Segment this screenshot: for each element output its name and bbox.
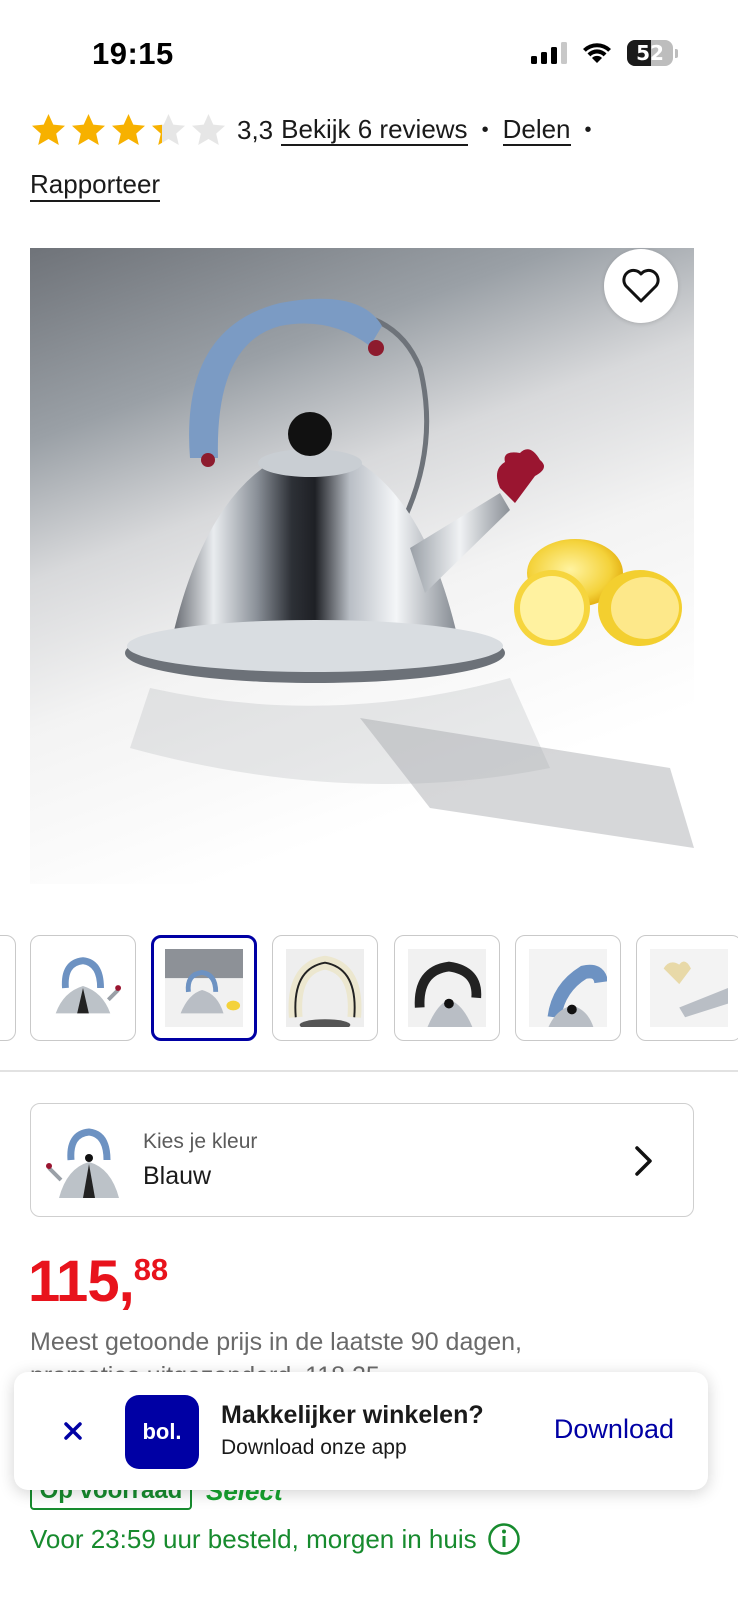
price-main: 115,	[28, 1249, 135, 1314]
banner-title: Makkelijker winkelen?	[221, 1401, 484, 1429]
price-note: Meest getoonde prijs in de laatste 90 da…	[30, 1328, 523, 1356]
download-button[interactable]: Download	[554, 1414, 674, 1445]
thumbnail[interactable]	[272, 935, 378, 1041]
section-divider	[0, 1070, 738, 1072]
thumbnail[interactable]	[394, 935, 500, 1041]
kettle-thumbnail	[286, 949, 364, 1027]
rating-row: 3,3 Bekijk 6 reviews • Delen •	[30, 112, 720, 149]
heart-icon	[622, 268, 660, 303]
delivery-info: Voor 23:59 uur besteld, morgen in huis	[30, 1522, 521, 1556]
thumbnail[interactable]	[636, 935, 738, 1041]
wifi-icon	[583, 43, 611, 63]
star-icon	[72, 114, 105, 145]
signal-icon	[531, 42, 567, 64]
delivery-text: Voor 23:59 uur besteld, morgen in huis	[30, 1523, 477, 1554]
kettle-thumbnail	[650, 949, 728, 1027]
bol-logo: bol.	[125, 1395, 199, 1469]
thumbnail[interactable]	[151, 935, 257, 1041]
star-icon	[192, 114, 225, 145]
app-download-banner: bol. Makkelijker winkelen? Download onze…	[14, 1372, 708, 1490]
status-time: 19:15	[92, 36, 174, 71]
close-button[interactable]	[58, 1416, 88, 1446]
kettle-thumbnail	[529, 949, 607, 1027]
kettle-photo	[125, 298, 694, 848]
thumbnail[interactable]	[0, 935, 16, 1041]
kettle-thumbnail	[55, 957, 122, 1014]
star-rating	[30, 112, 227, 149]
rating-value: 3,3	[237, 115, 274, 145]
color-thumbnail	[46, 1128, 119, 1198]
price-cents: 88	[133, 1252, 169, 1287]
product-image[interactable]	[30, 248, 694, 884]
star-icon	[32, 114, 65, 145]
kettle-thumbnail	[165, 949, 243, 1027]
report-link[interactable]: Rapporteer	[30, 169, 161, 202]
thumbnail[interactable]	[30, 935, 136, 1041]
color-selector[interactable]: Kies je kleur Blauw	[30, 1103, 694, 1217]
separator-dot: •	[584, 119, 592, 141]
chevron-right-icon	[635, 1146, 652, 1176]
battery-icon: 52	[627, 40, 673, 66]
info-icon[interactable]	[487, 1522, 521, 1556]
banner-subtitle: Download onze app	[221, 1436, 407, 1459]
reviews-link[interactable]: Bekijk 6 reviews	[281, 114, 468, 147]
color-label: Kies je kleur	[143, 1130, 258, 1153]
separator-dot: •	[481, 119, 489, 141]
thumbnail[interactable]	[515, 935, 621, 1041]
thumbnail-strip	[0, 935, 738, 1041]
status-bar: 19:15 52	[0, 0, 738, 100]
battery-level: 52	[636, 41, 664, 65]
close-icon	[64, 1422, 82, 1440]
kettle-thumbnail	[408, 949, 486, 1027]
favorite-button[interactable]	[604, 249, 678, 323]
share-link[interactable]: Delen	[502, 114, 571, 147]
star-icon	[152, 114, 185, 145]
color-value: Blauw	[143, 1162, 212, 1190]
price: 115,88	[28, 1248, 168, 1315]
star-icon	[112, 114, 145, 145]
status-icons: 52	[531, 40, 678, 66]
